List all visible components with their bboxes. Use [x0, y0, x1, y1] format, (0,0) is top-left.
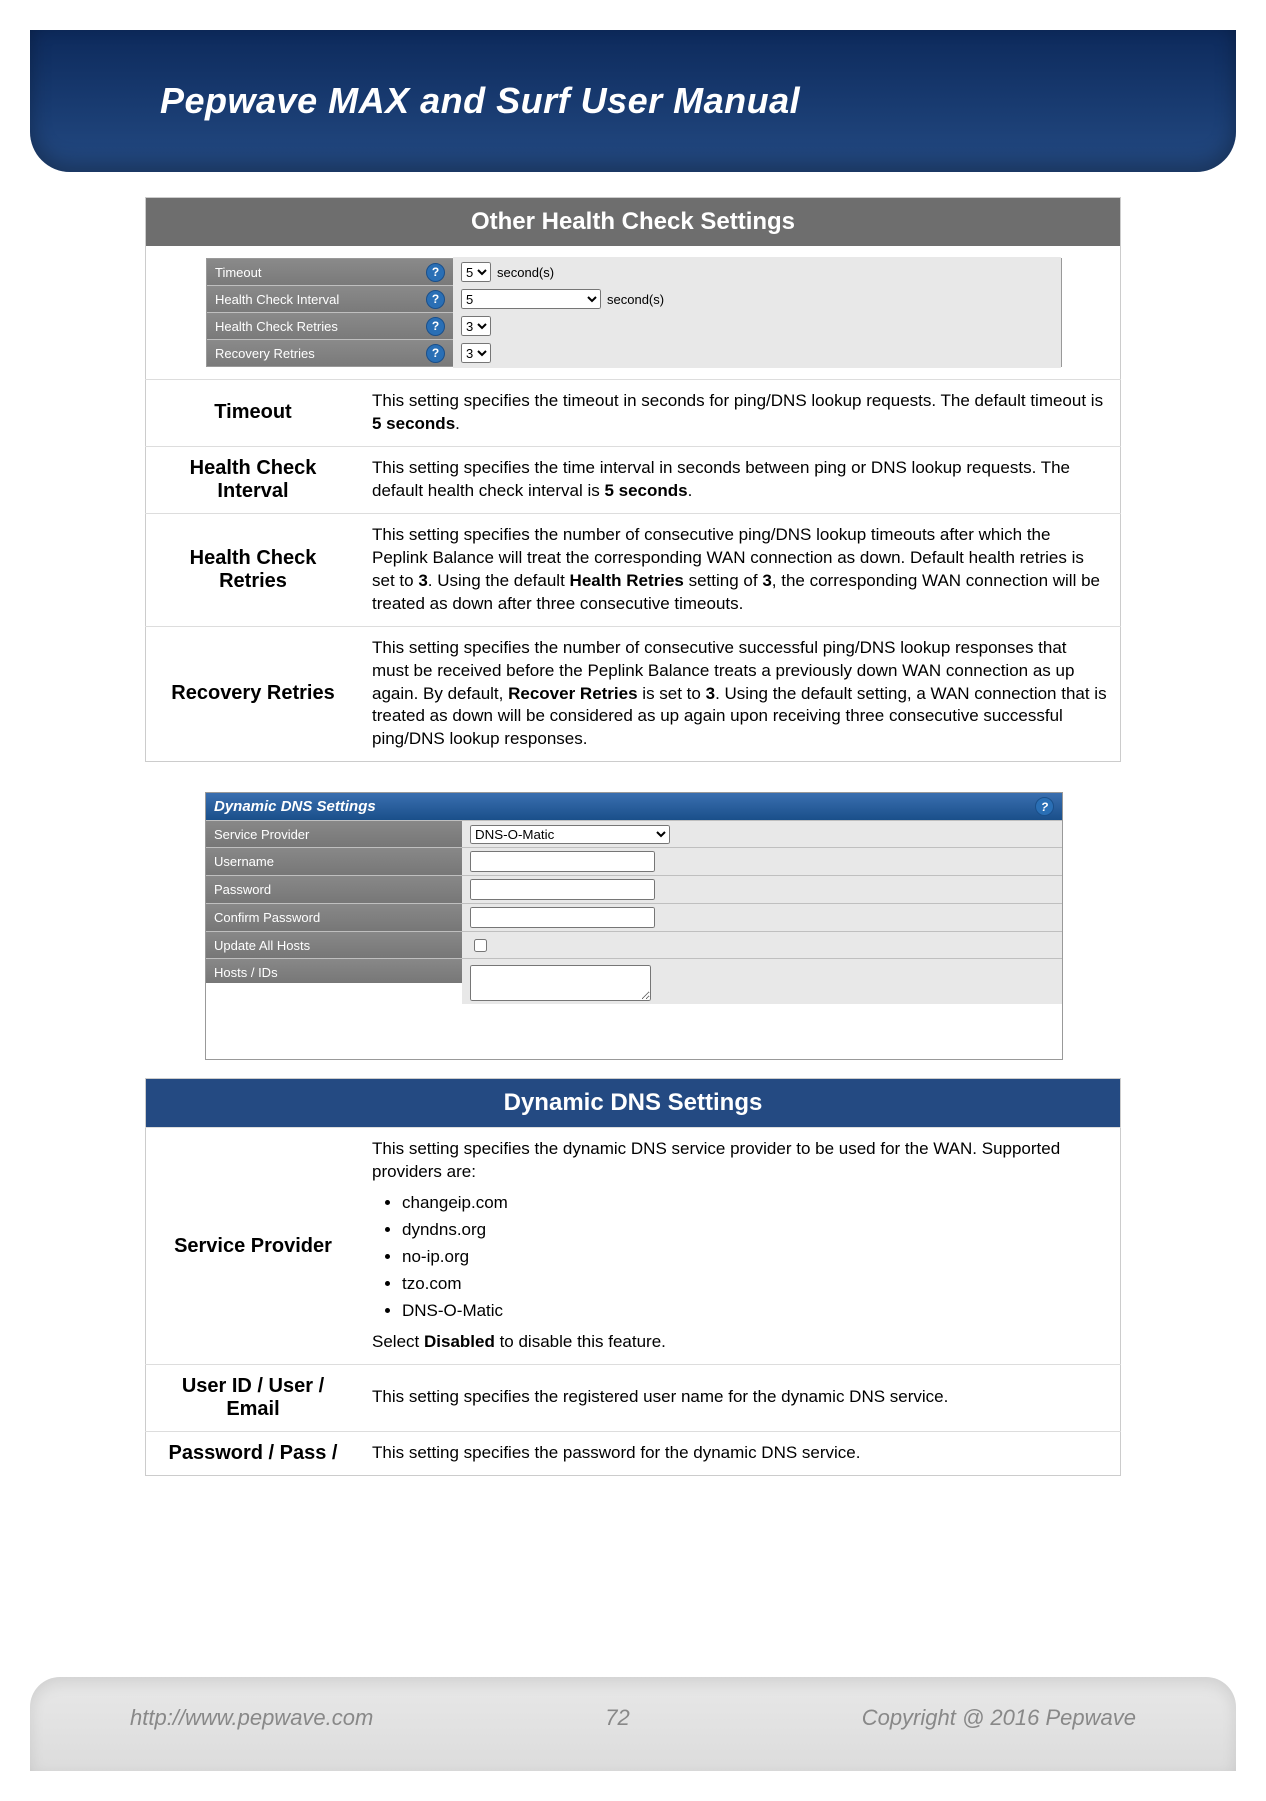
dynamic-dns-table: Dynamic DNS Settings Service Provider Th…: [145, 1078, 1121, 1476]
confirm-password-input[interactable]: [470, 907, 655, 928]
provider-label: Service Provider: [146, 1128, 361, 1365]
ddns-card-title: Dynamic DNS Settings: [214, 798, 376, 815]
userid-desc: This setting specifies the registered us…: [360, 1364, 1121, 1431]
recovery-desc: This setting specifies the number of con…: [360, 626, 1121, 762]
page-header: Pepwave MAX and Surf User Manual: [30, 30, 1236, 172]
retries-desc: This setting specifies the number of con…: [360, 513, 1121, 626]
retries-ui-label: Health Check Retries: [215, 319, 338, 334]
help-icon[interactable]: ?: [426, 344, 445, 363]
recovery-label: Recovery Retries: [146, 626, 361, 762]
health-check-ui-panel: Timeout? 5 second(s) Health Check Interv…: [206, 258, 1062, 367]
help-icon[interactable]: ?: [1035, 797, 1054, 816]
password-card-label: Password: [206, 876, 462, 903]
password-input[interactable]: [470, 879, 655, 900]
confirm-card-label: Confirm Password: [206, 904, 462, 931]
page-number: 72: [605, 1705, 629, 1731]
password-label: Password / Pass /: [146, 1431, 361, 1475]
username-card-label: Username: [206, 848, 462, 875]
hosts-card-label: Hosts / IDs: [206, 959, 462, 983]
help-icon[interactable]: ?: [426, 317, 445, 336]
provider-card-label: Service Provider: [206, 821, 462, 847]
provider-select[interactable]: DNS-O-Matic: [470, 825, 670, 844]
update-card-label: Update All Hosts: [206, 932, 462, 958]
list-item: dyndns.org: [402, 1219, 1108, 1242]
list-item: changeip.com: [402, 1192, 1108, 1215]
help-icon[interactable]: ?: [426, 290, 445, 309]
footer-copyright: Copyright @ 2016 Pepwave: [862, 1705, 1136, 1731]
list-item: tzo.com: [402, 1273, 1108, 1296]
page-footer: http://www.pepwave.com 72 Copyright @ 20…: [30, 1677, 1236, 1771]
interval-unit: second(s): [607, 292, 664, 307]
manual-title: Pepwave MAX and Surf User Manual: [160, 80, 1236, 122]
timeout-desc: This setting specifies the timeout in se…: [360, 380, 1121, 447]
password-desc: This setting specifies the password for …: [360, 1431, 1121, 1475]
username-input[interactable]: [470, 851, 655, 872]
timeout-ui-label: Timeout: [215, 265, 261, 280]
userid-label: User ID / User / Email: [146, 1364, 361, 1431]
timeout-label: Timeout: [146, 380, 361, 447]
timeout-select[interactable]: 5: [461, 262, 491, 282]
interval-select[interactable]: 5: [461, 289, 601, 309]
interval-ui-label: Health Check Interval: [215, 292, 339, 307]
retries-select[interactable]: 3: [461, 316, 491, 336]
help-icon[interactable]: ?: [426, 263, 445, 282]
timeout-unit: second(s): [497, 265, 554, 280]
list-item: no-ip.org: [402, 1246, 1108, 1269]
footer-url: http://www.pepwave.com: [130, 1705, 373, 1731]
hosts-textarea[interactable]: [470, 965, 651, 1001]
section2-title: Dynamic DNS Settings: [146, 1079, 1121, 1128]
interval-label: Health Check Interval: [146, 446, 361, 513]
section1-title: Other Health Check Settings: [146, 198, 1121, 247]
recovery-select[interactable]: 3: [461, 343, 491, 363]
other-health-check-table: Other Health Check Settings Timeout? 5 s…: [145, 197, 1121, 762]
recovery-ui-label: Recovery Retries: [215, 346, 315, 361]
list-item: DNS-O-Matic: [402, 1300, 1108, 1323]
provider-desc: This setting specifies the dynamic DNS s…: [360, 1128, 1121, 1365]
retries-label: Health Check Retries: [146, 513, 361, 626]
update-all-hosts-checkbox[interactable]: [474, 939, 487, 952]
interval-desc: This setting specifies the time interval…: [360, 446, 1121, 513]
ddns-settings-card: Dynamic DNS Settings ? Service Provider …: [205, 792, 1063, 1060]
